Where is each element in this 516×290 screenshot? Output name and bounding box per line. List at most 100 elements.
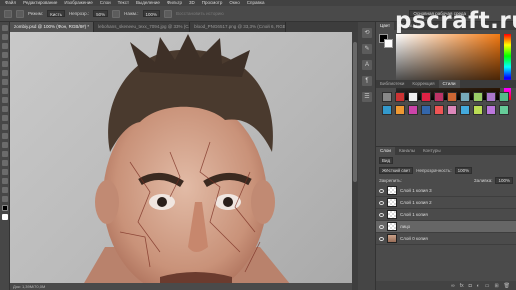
layer-style-icon[interactable]: fx (460, 283, 464, 289)
style-swatch[interactable] (421, 105, 431, 115)
layer-name[interactable]: Слой 1 копия (400, 212, 428, 217)
type-tool-icon[interactable] (2, 160, 8, 166)
style-swatch[interactable] (447, 92, 457, 102)
path-select-tool-icon[interactable] (2, 169, 8, 175)
new-group-icon[interactable]: ▭ (485, 283, 490, 289)
quick-select-tool-icon[interactable] (2, 52, 8, 58)
layer-name[interactable]: Слой 0 копия (400, 236, 428, 241)
layer-row-selected[interactable]: лицо (376, 221, 516, 233)
layer-name[interactable]: лицо (400, 224, 410, 229)
hand-tool-icon[interactable] (2, 187, 8, 193)
crop-tool-icon[interactable] (2, 61, 8, 67)
style-swatch[interactable] (473, 92, 483, 102)
layer-kind-filter[interactable]: Вид (379, 156, 394, 164)
style-swatch[interactable] (473, 105, 483, 115)
zombie-face-image (80, 34, 295, 290)
layer-thumbnail (387, 222, 397, 231)
character-panel-icon[interactable]: A (362, 60, 372, 70)
add-mask-icon[interactable]: ◘ (469, 283, 472, 289)
style-swatch[interactable] (460, 105, 470, 115)
brush-settings-icon[interactable] (16, 9, 24, 18)
layer-row[interactable]: Слой 0 копия (376, 233, 516, 245)
style-swatch[interactable] (395, 105, 405, 115)
visibility-eye-icon[interactable] (379, 200, 384, 205)
style-swatch[interactable] (421, 92, 431, 102)
layer-opacity-field[interactable]: 100% (454, 166, 473, 174)
airbrush-icon[interactable] (164, 9, 173, 18)
style-swatch[interactable] (408, 105, 418, 115)
style-swatch[interactable] (460, 92, 470, 102)
link-layers-icon[interactable]: ∞ (451, 283, 455, 289)
tab-color[interactable]: Цвет (376, 22, 395, 30)
visibility-eye-icon[interactable] (379, 188, 384, 193)
tab-blood[interactable]: blood_PNG6517.png @ 33,3% (Слой 6, RGB/8… (190, 22, 287, 32)
style-swatch[interactable] (486, 105, 496, 115)
fg-bg-swatches[interactable] (379, 34, 393, 48)
blend-mode-select[interactable]: Жёсткий свет (379, 166, 414, 174)
pen-tool-icon[interactable] (2, 151, 8, 157)
document-canvas[interactable] (10, 32, 352, 290)
style-swatch[interactable] (499, 105, 509, 115)
brush-tool-icon[interactable] (2, 88, 8, 94)
background-color-icon[interactable] (2, 214, 8, 220)
layer-opacity-label: Непрозрачность: (416, 167, 452, 173)
dodge-tool-icon[interactable] (2, 142, 8, 148)
style-swatch[interactable] (447, 105, 457, 115)
style-swatch[interactable] (486, 92, 496, 102)
pressure-opacity-icon[interactable] (112, 9, 121, 18)
tab-paths[interactable]: Контуры (419, 147, 445, 155)
style-swatch[interactable] (382, 105, 392, 115)
brush-presets-icon[interactable]: ✎ (362, 44, 372, 54)
style-swatch[interactable] (395, 92, 405, 102)
mode-select[interactable]: Кисть (47, 10, 65, 17)
visibility-eye-icon[interactable] (379, 224, 384, 229)
document-tabs: zombiy.psd @ 100% (Фон, RGB/8#) * leboha… (10, 22, 358, 32)
layer-row[interactable]: Слой 1 копия 3 (376, 185, 516, 197)
blur-tool-icon[interactable] (2, 133, 8, 139)
zoom-tool-icon[interactable] (2, 196, 8, 202)
opacity-field[interactable]: 50% (93, 10, 109, 17)
new-layer-icon[interactable]: ⊞ (494, 283, 498, 289)
tab-layers[interactable]: Слои (376, 147, 395, 155)
delete-layer-icon[interactable]: 🗑 (504, 283, 510, 289)
visibility-eye-icon[interactable] (379, 236, 384, 241)
layer-name[interactable]: Слой 1 копия 2 (400, 200, 432, 205)
erase-to-history-checkbox[interactable]: Восстановить историю (176, 11, 224, 16)
visibility-eye-icon[interactable] (379, 212, 384, 217)
tool-preset-icon[interactable] (4, 9, 12, 18)
layer-row[interactable]: Слой 1 копия 2 (376, 197, 516, 209)
stamp-tool-icon[interactable] (2, 97, 8, 103)
healing-tool-icon[interactable] (2, 79, 8, 85)
history-panel-icon[interactable]: ⟲ (362, 28, 372, 38)
marquee-tool-icon[interactable] (2, 34, 8, 40)
move-tool-icon[interactable] (2, 25, 8, 31)
foreground-color-icon[interactable] (2, 205, 8, 211)
gradient-tool-icon[interactable] (2, 124, 8, 130)
adjustment-layer-icon[interactable]: ◐ (477, 283, 480, 289)
tab-zombiy[interactable]: zombiy.psd @ 100% (Фон, RGB/8#) * (10, 22, 95, 32)
tab-adjustments[interactable]: Коррекция (408, 80, 438, 88)
lasso-tool-icon[interactable] (2, 43, 8, 49)
fill-field[interactable]: 100% (495, 176, 513, 184)
style-swatch[interactable] (434, 105, 444, 115)
style-swatch[interactable] (499, 92, 509, 102)
layer-row[interactable]: Слой 1 копия (376, 209, 516, 221)
tab-texture[interactable]: lebohans_skeneeu_texx_7094.jpg @ 33% (Сл… (94, 22, 191, 32)
eraser-tool-icon[interactable] (2, 115, 8, 121)
style-swatch[interactable] (382, 92, 392, 102)
fill-label: Заливка: (473, 177, 493, 183)
flow-field[interactable]: 100% (142, 10, 161, 17)
background-swatch[interactable] (384, 39, 393, 48)
style-swatch[interactable] (408, 92, 418, 102)
history-brush-tool-icon[interactable] (2, 106, 8, 112)
properties-panel-icon[interactable]: ☰ (362, 92, 372, 102)
eyedropper-tool-icon[interactable] (2, 70, 8, 76)
tab-styles[interactable]: Стили (438, 80, 460, 88)
tab-channels[interactable]: Каналы (395, 147, 419, 155)
shape-tool-icon[interactable] (2, 178, 8, 184)
paragraph-panel-icon[interactable]: ¶ (362, 76, 372, 86)
layer-name[interactable]: Слой 1 копия 3 (400, 188, 432, 193)
scrollbar-thumb[interactable] (353, 42, 357, 182)
tab-libraries[interactable]: Библиотеки (376, 80, 408, 88)
style-swatch[interactable] (434, 92, 444, 102)
